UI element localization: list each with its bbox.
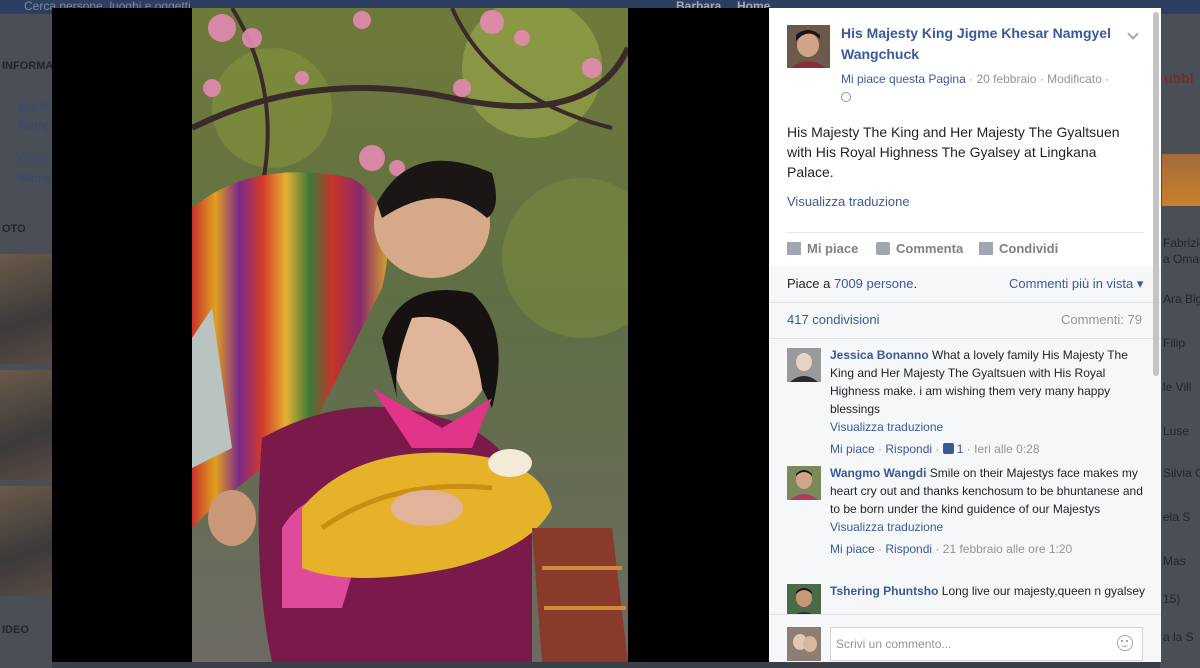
background-right-column: ubbl Fabrizio B a Omar Ara Big Filip le … [1160,14,1200,668]
commenter-avatar[interactable] [787,348,821,382]
likes-prefix: Piace a [787,276,834,291]
commenter-avatar[interactable] [787,466,821,500]
caret-down-icon: ▾ [1136,276,1144,291]
commenter-name[interactable]: Jessica Bonanno [830,348,929,362]
comment-body: Wangmo Wangdi Smile on their Majestys fa… [830,464,1150,558]
divider [787,232,1144,233]
post-actions: Mi piace Commenta Condividi [787,240,1147,258]
see-translation-link[interactable]: Visualizza traduzione [830,418,1150,436]
comment-text: Long live our majesty,queen n gyalsey [941,584,1146,598]
commenter-name[interactable]: Wangmo Wangdi [830,466,926,480]
comment-body: Jessica Bonanno What a lovely family His… [830,346,1150,458]
background-photo [0,486,52,596]
background-friend: Luse [1163,424,1190,438]
comment-time[interactable]: Ieri alle 0:28 [974,442,1039,456]
background-friend: ela S [1163,510,1191,524]
background-friend: Fabrizio B [1163,236,1200,250]
background-friend: Filip [1163,336,1186,350]
like-page-link[interactable]: Mi piace questa Pagina [841,72,966,86]
background-friend: a Omar [1163,252,1200,266]
comment-input[interactable] [830,627,1143,661]
background-left-column: INFORMAZ His M Namg Chied Namg OTO IDEO [0,14,52,668]
like-button[interactable]: Mi piace [787,240,858,258]
page-avatar[interactable] [787,25,830,68]
commenter-avatar[interactable] [787,584,821,618]
page-name-link[interactable]: His Majesty King Jigme Khesar Namgyel Wa… [841,23,1141,65]
comment-reply-link[interactable]: Rispondi [885,542,932,556]
divider [769,338,1161,339]
background-friend: 15) [1163,592,1181,606]
comment-reply-link[interactable]: Rispondi [885,442,932,456]
thumbs-up-icon [942,443,954,454]
background-friend: le Vill [1163,380,1192,394]
thumbs-up-icon [787,242,801,255]
background-label: Chied [19,153,51,167]
emoji-icon[interactable] [1117,635,1133,651]
background-photo [0,254,52,364]
post-side-panel: His Majesty King Jigme Khesar Namgyel Wa… [769,8,1161,662]
see-translation-link[interactable]: Visualizza traduzione [787,194,910,209]
likes-suffix: . [913,276,918,291]
comment-button[interactable]: Commenta [876,240,963,258]
share-button[interactable]: Condividi [979,240,1058,258]
comment-icon [876,242,890,255]
background-label: His M [19,100,50,114]
comment-reactions[interactable]: 1 [942,442,964,456]
post-text: His Majesty The King and Her Majesty The… [787,124,1120,180]
background-friend: Mas [1163,554,1186,568]
footer-separator: · [935,542,943,556]
likes-summary: Piace a 7009 persone. [787,276,917,291]
comment-footer: Mi piace · Rispondi · 1 · Ieri alle 0:28 [830,440,1150,458]
comment-time[interactable]: 21 febbraio alle ore 1:20 [943,542,1072,556]
like-button-label: Mi piace [807,241,859,256]
footer-separator: · [935,442,943,456]
divider [769,302,1161,303]
background-label: IDEO [2,624,29,636]
post-date[interactable]: 20 febbraio [976,72,1036,86]
likes-count-link[interactable]: 7009 persone [834,276,914,291]
background-friend: Ara Big [1163,292,1200,306]
background-label: Namg [19,118,52,132]
comment-count: Commenti: 79 [1061,312,1142,327]
comment-order-label: Commenti più in vista [1009,276,1134,291]
background-label: Namg [19,171,52,185]
commenter-name[interactable]: Tshering Phuntsho [830,584,938,598]
post-meta: Mi piace questa Pagina · 20 febbraio · M… [841,70,1146,106]
comment-order-dropdown[interactable]: Commenti più in vista ▾ [1009,276,1143,292]
reaction-count: 1 [956,442,964,456]
scrollbar-thumb[interactable] [1153,12,1159,376]
background-photo [0,370,52,480]
background-friend: Silvia C [1163,466,1200,480]
shares-link[interactable]: 417 condivisioni [787,312,880,327]
background-friend: a la S [1163,630,1194,644]
comment-body: Tshering Phuntsho Long live our majesty,… [830,582,1150,600]
comment-footer: Mi piace · Rispondi · 21 febbraio alle o… [830,540,1150,558]
share-button-label: Condividi [999,241,1059,256]
background-label: INFORMAZ [2,60,52,72]
background-label: OTO [2,223,26,235]
globe-icon[interactable] [841,92,851,102]
background-photo [1162,154,1200,206]
background-title: ubbl [1164,70,1194,86]
share-icon [979,242,993,255]
see-translation-link[interactable]: Visualizza traduzione [830,518,1150,536]
comment-button-label: Commenta [896,241,964,256]
meta-separator: · [1105,72,1110,86]
comment-composer [769,614,1161,662]
post-photo[interactable] [192,8,628,662]
comment-like-link[interactable]: Mi piace [830,542,875,556]
photo-stage[interactable] [52,8,769,662]
comment-like-link[interactable]: Mi piace [830,442,875,456]
edited-label[interactable]: Modificato [1047,72,1102,86]
my-avatar [787,627,821,661]
